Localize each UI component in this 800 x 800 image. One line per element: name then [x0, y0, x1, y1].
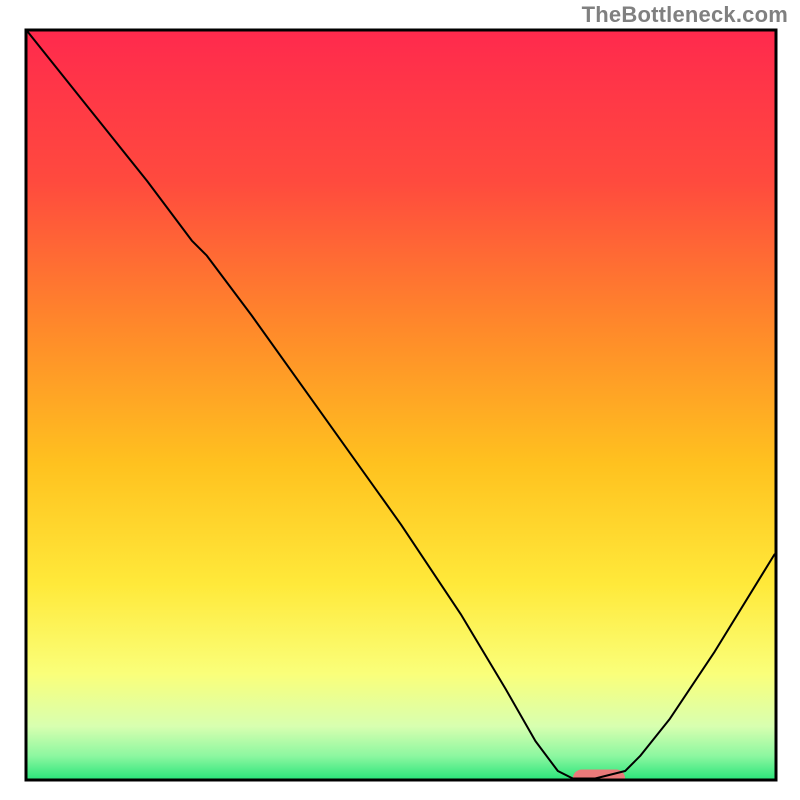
plot-background-gradient — [28, 32, 775, 779]
bottleneck-chart — [0, 0, 800, 800]
chart-container: TheBottleneck.com — [0, 0, 800, 800]
watermark-text: TheBottleneck.com — [582, 2, 788, 28]
